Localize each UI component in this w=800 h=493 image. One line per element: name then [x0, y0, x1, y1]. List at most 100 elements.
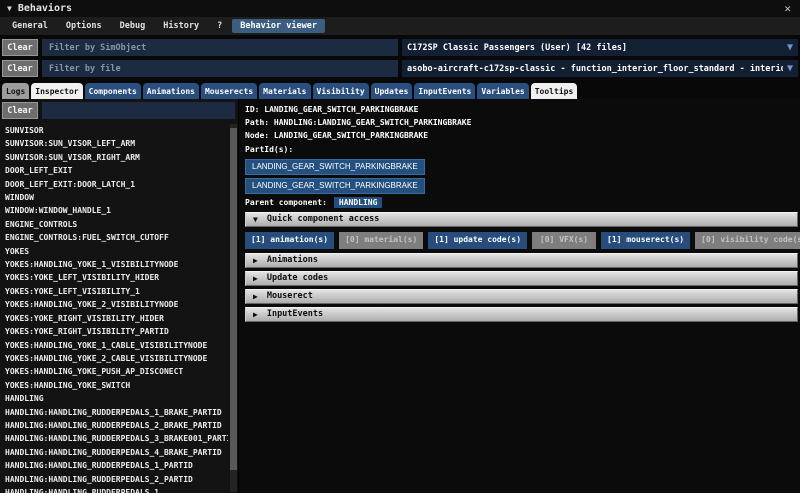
list-item[interactable]: YOKES:YOKE_RIGHT_VISIBILITY_PARTID	[5, 325, 228, 338]
list-item[interactable]: DOOR_LEFT_EXIT	[5, 164, 228, 177]
simobject-dropdown[interactable]: C172SP Classic Passengers (User) [42 fil…	[402, 39, 798, 56]
list-filter-row: Clear	[2, 102, 235, 119]
content-area: Clear SUNVISOR SUNVISOR:SUN_VISOR_LEFT_A…	[0, 99, 800, 493]
menu-item[interactable]: Options	[58, 19, 110, 33]
tab[interactable]: Components	[84, 83, 141, 99]
tab[interactable]: Inspector	[31, 83, 83, 99]
list-item[interactable]: WINDOW	[5, 191, 228, 204]
triangle-down-icon: ▼	[253, 214, 258, 224]
partid-buttons: LANDING_GEAR_SWITCH_PARKINGBRAKE LANDING…	[245, 158, 800, 194]
inspector-panel: ID: LANDING_GEAR_SWITCH_PARKINGBRAKE Pat…	[239, 99, 800, 493]
list-item[interactable]: YOKES:HANDLING_YOKE_1_VISIBILITYNODE	[5, 258, 228, 271]
file-dropdown[interactable]: asobo-aircraft-c172sp-classic - function…	[402, 60, 798, 77]
node-label: Node:	[245, 131, 270, 141]
file-dropdown-value: asobo-aircraft-c172sp-classic - function…	[407, 63, 783, 74]
chevron-down-icon[interactable]: ▼	[787, 42, 793, 53]
menu-item[interactable]: Behavior viewer	[232, 19, 325, 33]
quick-access-button[interactable]: [0] material(s)	[339, 231, 424, 249]
simobject-filter-input[interactable]	[42, 39, 398, 56]
tab[interactable]: Tooltips	[530, 83, 578, 99]
tab[interactable]: Logs	[2, 83, 30, 99]
list-item[interactable]: SUNVISOR:SUN_VISOR_LEFT_ARM	[5, 137, 228, 150]
parent-component-row: Parent component: HANDLING	[245, 196, 800, 208]
tab[interactable]: Materials	[259, 83, 311, 99]
list-item[interactable]: HANDLING:HANDLING_RUDDERPEDALS_2_PARTID	[5, 473, 228, 486]
section-header[interactable]: ▶ Mouserect	[245, 288, 798, 304]
section-label: Animations	[266, 255, 319, 266]
clear-simobject-filter-button[interactable]: Clear	[2, 39, 38, 56]
list-item[interactable]: YOKES:YOKE_LEFT_VISIBILITY_1	[5, 285, 228, 298]
section-label: Update codes	[266, 273, 329, 284]
list-item[interactable]: YOKES:HANDLING_YOKE_PUSH_AP_DISCONECT	[5, 365, 228, 378]
partid-button[interactable]: LANDING_GEAR_SWITCH_PARKINGBRAKE	[245, 158, 425, 175]
section-label: Mouserect	[266, 291, 313, 302]
triangle-right-icon: ▶	[253, 291, 258, 301]
clear-file-filter-button[interactable]: Clear	[2, 60, 38, 77]
list-item[interactable]: YOKES	[5, 245, 228, 258]
file-filter-input[interactable]	[42, 60, 398, 77]
quick-access-buttons: [1] animation(s) [0] material(s) [1] upd…	[245, 231, 800, 249]
simobject-list-wrap: SUNVISOR SUNVISOR:SUN_VISOR_LEFT_ARM SUN…	[0, 122, 238, 493]
list-item[interactable]: ENGINE_CONTROLS	[5, 218, 228, 231]
quick-access-button[interactable]: [1] animation(s)	[245, 231, 335, 249]
menu-item[interactable]: Debug	[112, 19, 154, 33]
window-collapse-icon[interactable]: ▼	[7, 4, 12, 13]
list-item[interactable]: YOKES:YOKE_LEFT_VISIBILITY_HIDER	[5, 271, 228, 284]
list-item[interactable]: YOKES:HANDLING_YOKE_SWITCH	[5, 379, 228, 392]
partids-label: PartId(s):	[245, 144, 294, 154]
collapsed-sections: ▶ Animations ▶ Update codes ▶ Mouserect	[245, 252, 800, 322]
list-scrollbar[interactable]	[230, 124, 237, 492]
simobject-filter-row: Clear C172SP Classic Passengers (User) […	[2, 39, 798, 56]
list-item[interactable]: HANDLING:HANDLING_RUDDERPEDALS_3_BRAKE00…	[5, 432, 228, 445]
list-item[interactable]: SUNVISOR:SUN_VISOR_RIGHT_ARM	[5, 151, 228, 164]
menu-item[interactable]: History	[155, 19, 207, 33]
list-item[interactable]: SUNVISOR	[5, 124, 228, 137]
list-item[interactable]: HANDLING:HANDLING_RUDDERPEDALS_4_BRAKE_P…	[5, 446, 228, 459]
menu-item[interactable]: ?	[209, 19, 230, 33]
list-item[interactable]: HANDLING:HANDLING_RUDDERPEDALS_2_BRAKE_P…	[5, 419, 228, 432]
list-item[interactable]: HANDLING	[5, 392, 228, 405]
tab[interactable]: Updates	[370, 83, 413, 99]
list-item[interactable]: YOKES:HANDLING_YOKE_2_VISIBILITYNODE	[5, 298, 228, 311]
list-filter-input[interactable]	[42, 102, 235, 119]
tab[interactable]: Animations	[142, 83, 199, 99]
parent-component-button[interactable]: HANDLING	[333, 196, 383, 208]
parent-component-label: Parent component:	[245, 197, 327, 207]
list-item[interactable]: YOKES:HANDLING_YOKE_1_CABLE_VISIBILITYNO…	[5, 339, 228, 352]
quick-component-access-header[interactable]: ▼ Quick component access	[245, 211, 798, 227]
list-item[interactable]: HANDLING:HANDLING_RUDDERPEDALS_1_PARTID	[5, 459, 228, 472]
section-header[interactable]: ▶ Animations	[245, 252, 798, 268]
list-item[interactable]: WINDOW:WINDOW_HANDLE_1	[5, 204, 228, 217]
list-item[interactable]: DOOR_LEFT_EXIT:DOOR_LATCH_1	[5, 178, 228, 191]
list-item[interactable]: ENGINE_CONTROLS:FUEL_SWITCH_CUTOFF	[5, 231, 228, 244]
quick-access-button[interactable]: [0] visibility code(s)	[695, 231, 800, 249]
tab[interactable]: Variables	[477, 83, 529, 99]
clear-list-filter-button[interactable]: Clear	[2, 102, 38, 119]
list-item[interactable]: YOKES:YOKE_RIGHT_VISIBILITY_HIDER	[5, 312, 228, 325]
triangle-right-icon: ▶	[253, 309, 258, 319]
list-item[interactable]: HANDLING:HANDLING_RUDDERPEDALS_1	[5, 486, 228, 493]
list-scrollbar-thumb[interactable]	[230, 128, 237, 471]
quick-access-button[interactable]: [0] VFX(s)	[532, 231, 597, 249]
behaviors-window: ▼ Behaviors ✕ General Options Debug Hist…	[0, 0, 800, 493]
window-title: Behaviors	[17, 3, 73, 14]
list-item[interactable]: HANDLING:HANDLING_RUDDERPEDALS_1_BRAKE_P…	[5, 406, 228, 419]
tab[interactable]: Visibility	[312, 83, 369, 99]
id-line: ID: LANDING_GEAR_SWITCH_PARKINGBRAKE	[245, 103, 800, 116]
list-item[interactable]: YOKES:HANDLING_YOKE_2_CABLE_VISIBILITYNO…	[5, 352, 228, 365]
menu-item[interactable]: General	[4, 19, 56, 33]
tab[interactable]: Mouserects	[200, 83, 258, 99]
tab[interactable]: InputEvents	[414, 83, 476, 99]
chevron-down-icon[interactable]: ▼	[787, 63, 793, 74]
path-value: HANDLING:LANDING_GEAR_SWITCH_PARKINGBRAK…	[273, 118, 472, 128]
quick-access-button[interactable]: [1] update code(s)	[428, 231, 528, 249]
quick-access-button[interactable]: [1] mouserect(s)	[601, 231, 691, 249]
section-header[interactable]: ▶ Update codes	[245, 270, 798, 286]
node-value: LANDING_GEAR_SWITCH_PARKINGBRAKE	[273, 131, 429, 141]
section-header[interactable]: ▶ InputEvents	[245, 306, 798, 322]
path-label: Path:	[245, 118, 270, 128]
close-icon[interactable]: ✕	[782, 2, 793, 15]
node-line: Node: LANDING_GEAR_SWITCH_PARKINGBRAKE	[245, 129, 800, 142]
partid-button[interactable]: LANDING_GEAR_SWITCH_PARKINGBRAKE	[245, 177, 425, 194]
triangle-right-icon: ▶	[253, 273, 258, 283]
